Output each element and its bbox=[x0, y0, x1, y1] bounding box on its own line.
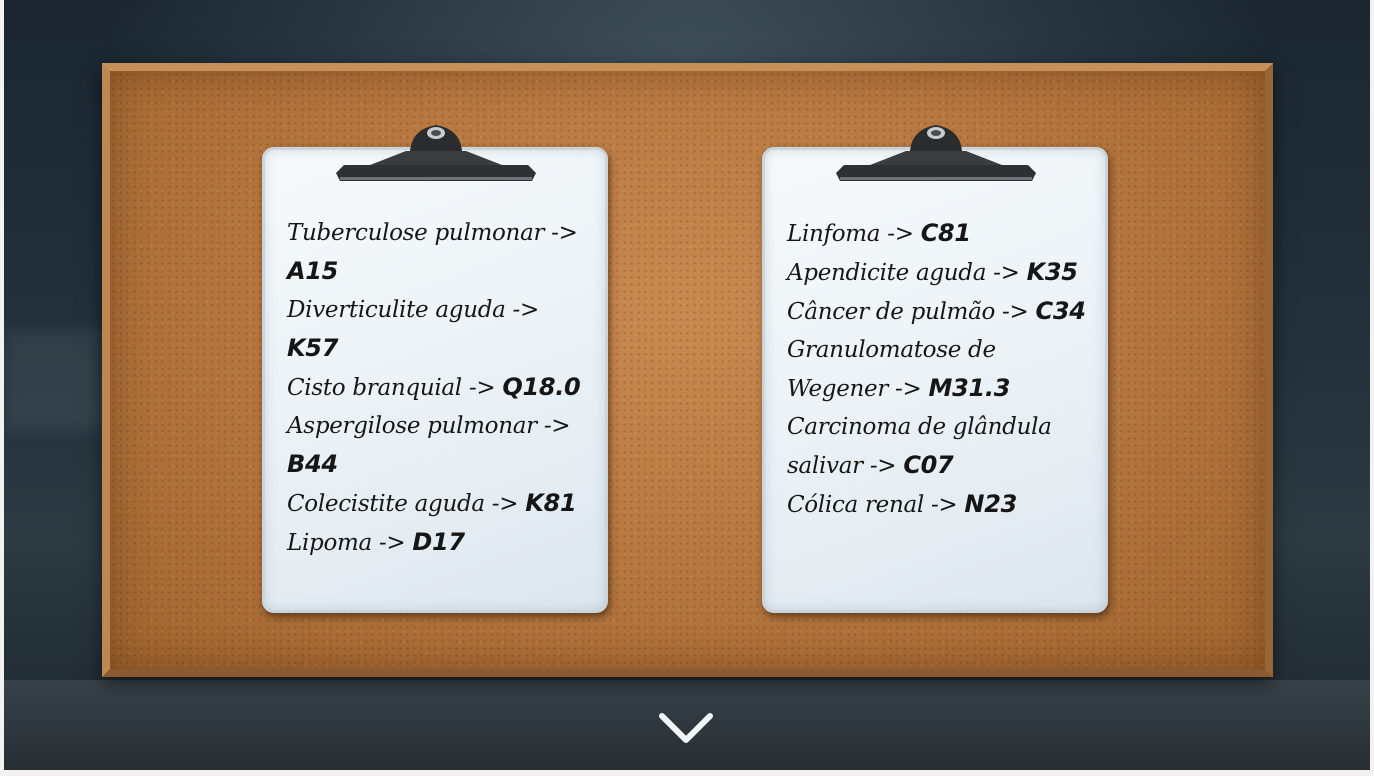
icd-code: M31.3 bbox=[928, 374, 1011, 402]
diagnosis-list-right: Linfoma -> C81 Apendicite aguda -> K35 C… bbox=[787, 214, 1093, 524]
diagnosis-list-left: Tuberculose pulmonar -> A15 Diverticulit… bbox=[287, 214, 593, 562]
icd-code: A15 bbox=[287, 257, 339, 285]
list-item: Lipoma -> D17 bbox=[287, 528, 465, 556]
clipboard-clip-icon bbox=[336, 125, 536, 181]
list-item: Tuberculose pulmonar -> A15 bbox=[287, 220, 578, 285]
icd-code: K81 bbox=[525, 489, 577, 517]
icd-code: K35 bbox=[1026, 258, 1078, 286]
list-item: Apendicite aguda -> K35 bbox=[787, 258, 1078, 286]
icd-code: N23 bbox=[964, 490, 1018, 518]
list-item: Colecistite aguda -> K81 bbox=[287, 489, 577, 517]
cork-board: Tuberculose pulmonar -> A15 Diverticulit… bbox=[102, 63, 1273, 677]
icd-code: D17 bbox=[412, 528, 465, 556]
clipboard-right: Linfoma -> C81 Apendicite aguda -> K35 C… bbox=[762, 147, 1108, 613]
chevron-down-icon[interactable] bbox=[656, 708, 716, 748]
clipboard-left: Tuberculose pulmonar -> A15 Diverticulit… bbox=[262, 147, 608, 613]
list-item: Aspergilose pulmonar -> B44 bbox=[287, 413, 571, 478]
icd-code: C34 bbox=[1035, 297, 1086, 325]
icd-code: B44 bbox=[287, 450, 338, 478]
slide-background: Tuberculose pulmonar -> A15 Diverticulit… bbox=[4, 0, 1370, 770]
list-item: Diverticulite aguda -> K57 bbox=[287, 297, 540, 362]
list-item: Cólica renal -> N23 bbox=[787, 490, 1018, 518]
list-item: Carcinoma de glândula salivar -> C07 bbox=[787, 414, 1052, 479]
icd-code: C07 bbox=[903, 451, 954, 479]
list-item: Linfoma -> C81 bbox=[787, 219, 971, 247]
list-item: Câncer de pulmão -> C34 bbox=[787, 297, 1086, 325]
list-item: Granulomatose de Wegener -> M31.3 bbox=[787, 337, 1011, 402]
icd-code: C81 bbox=[920, 219, 971, 247]
list-item: Cisto branquial -> Q18.0 bbox=[287, 373, 581, 401]
icd-code: K57 bbox=[287, 334, 339, 362]
clipboard-clip-icon bbox=[836, 125, 1036, 181]
background-blur bbox=[4, 330, 104, 430]
icd-code: Q18.0 bbox=[502, 373, 581, 401]
